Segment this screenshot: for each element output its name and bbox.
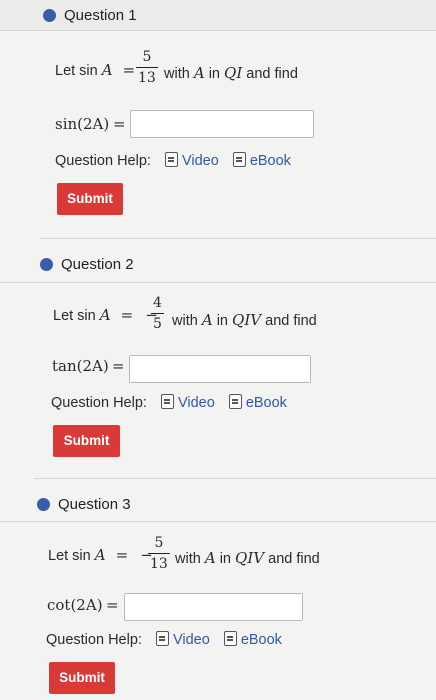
prompt-suffix: with A in QIV and find xyxy=(172,311,317,329)
question-help: Question Help: Video eBook xyxy=(55,152,291,169)
prompt-var: A xyxy=(201,311,213,329)
ebook-link[interactable]: eBook xyxy=(223,631,282,648)
video-label: Video xyxy=(172,632,210,648)
fraction-bar xyxy=(136,67,158,68)
question-help-label: Question Help: xyxy=(46,632,142,648)
fraction-numerator: 4 xyxy=(153,295,162,311)
fraction-denominator: 13 xyxy=(150,556,168,572)
question-status-dot-icon xyxy=(37,498,50,511)
quadrant: QI xyxy=(224,64,243,82)
fraction-denominator: 5 xyxy=(153,316,162,332)
answer-label: cot(2A) xyxy=(47,596,103,614)
question-help: Question Help: Video eBook xyxy=(51,394,287,411)
ebook-label: eBook xyxy=(245,395,287,411)
question-prompt: Let sin A = − xyxy=(53,306,158,324)
question-help-label: Question Help: xyxy=(55,153,151,169)
ebook-label: eBook xyxy=(249,153,291,169)
prompt-var: A xyxy=(204,549,216,567)
submit-button[interactable]: Submit xyxy=(53,425,120,457)
divider xyxy=(0,282,436,283)
with-text: with xyxy=(175,551,201,567)
quadrant: QIV xyxy=(232,311,262,329)
question-title: Question 2 xyxy=(61,256,134,273)
quadrant: QIV xyxy=(235,549,265,567)
prompt-suffix: with A in QIV and find xyxy=(175,549,320,567)
submit-button[interactable]: Submit xyxy=(49,662,115,694)
question-prompt: Let sin A = xyxy=(55,61,135,79)
question-help: Question Help: Video eBook xyxy=(46,631,282,648)
given-fraction: 5 13 xyxy=(148,535,170,572)
answer-input[interactable] xyxy=(124,593,303,621)
question-prompt: Let sin A = − xyxy=(48,546,153,564)
prompt-var: A xyxy=(101,61,113,79)
answer-label: tan(2A) xyxy=(52,357,109,375)
divider xyxy=(40,238,436,239)
given-fraction: 5 13 xyxy=(136,49,158,86)
prompt-var: A xyxy=(193,64,205,82)
prompt-prefix: Let sin xyxy=(48,548,91,564)
ebook-icon xyxy=(228,394,242,409)
given-fraction: 4 5 xyxy=(151,295,164,332)
prompt-equals: = xyxy=(115,546,129,564)
find-text: and find xyxy=(246,66,298,82)
question-help-label: Question Help: xyxy=(51,395,147,411)
submit-button[interactable]: Submit xyxy=(57,183,123,215)
video-icon xyxy=(160,394,174,409)
ebook-icon xyxy=(232,152,246,167)
in-text: in xyxy=(219,551,231,567)
find-text: and find xyxy=(268,551,320,567)
prompt-prefix: Let sin xyxy=(53,308,96,324)
ebook-link[interactable]: eBook xyxy=(232,152,291,169)
with-text: with xyxy=(164,66,190,82)
video-icon xyxy=(155,631,169,646)
fraction-numerator: 5 xyxy=(142,49,152,65)
video-icon xyxy=(164,152,178,167)
prompt-suffix: with A in QI and find xyxy=(164,64,298,82)
fraction-denominator: 13 xyxy=(138,70,156,86)
answer-equals: = xyxy=(106,596,119,614)
answer-equals: = xyxy=(112,357,125,375)
find-text: and find xyxy=(265,313,317,329)
answer-input[interactable] xyxy=(130,110,314,138)
divider xyxy=(0,521,436,522)
prompt-var: A xyxy=(99,306,111,324)
prompt-prefix: Let sin xyxy=(55,63,98,79)
with-text: with xyxy=(172,313,198,329)
video-link[interactable]: Video xyxy=(155,631,210,648)
prompt-var: A xyxy=(94,546,106,564)
prompt-equals: = xyxy=(120,306,134,324)
answer-label: sin(2A) xyxy=(55,115,110,133)
question-title: Question 3 xyxy=(58,496,131,513)
answer-input[interactable] xyxy=(129,355,311,383)
question-1-header: Question 1 xyxy=(0,0,436,31)
ebook-label: eBook xyxy=(240,632,282,648)
video-link[interactable]: Video xyxy=(164,152,219,169)
fraction-numerator: 5 xyxy=(154,535,164,551)
fraction-bar xyxy=(148,553,170,554)
answer-equals: = xyxy=(113,115,126,133)
in-text: in xyxy=(216,313,228,329)
prompt-equals: = xyxy=(122,61,136,79)
question-title: Question 1 xyxy=(64,7,137,24)
question-status-dot-icon xyxy=(40,258,53,271)
fraction-bar xyxy=(151,313,164,314)
ebook-link[interactable]: eBook xyxy=(228,394,287,411)
video-label: Video xyxy=(181,153,219,169)
in-text: in xyxy=(208,66,220,82)
question-status-dot-icon xyxy=(43,9,56,22)
ebook-icon xyxy=(223,631,237,646)
video-link[interactable]: Video xyxy=(160,394,215,411)
divider xyxy=(34,478,436,479)
video-label: Video xyxy=(177,395,215,411)
